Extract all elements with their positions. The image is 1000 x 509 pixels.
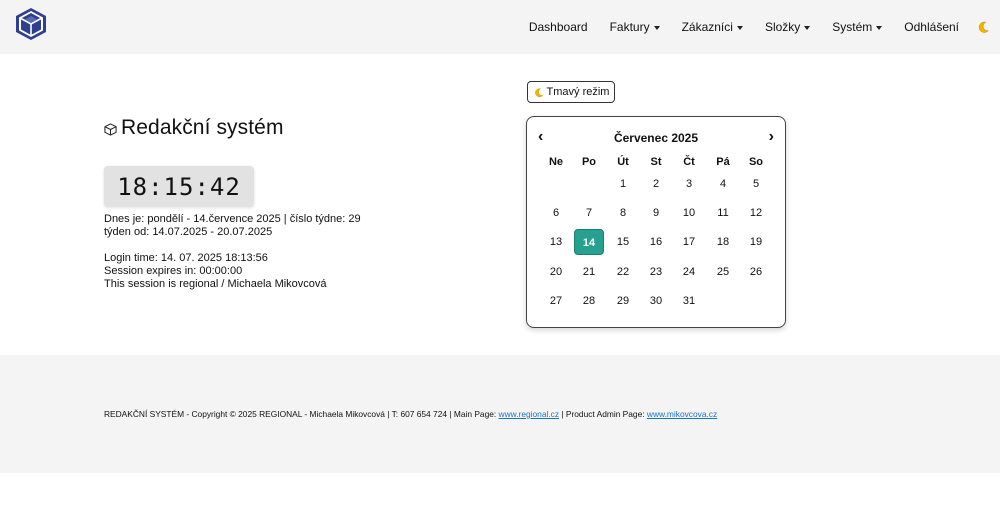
nav-zakaznici-label: Zákazníci [681, 20, 733, 34]
cube-logo-icon[interactable] [15, 7, 47, 41]
calendar-day[interactable]: 9 [641, 200, 671, 226]
footer-copyright: REDAKČNÍ SYSTÉM - Copyright © 2025 REGIO… [104, 409, 499, 419]
dark-mode-button[interactable]: Tmavý režim [527, 81, 615, 103]
session-info: Login time: 14. 07. 2025 18:13:56 Sessio… [104, 252, 327, 291]
calendar-day[interactable]: 1 [608, 171, 638, 197]
nav-slozky-label: Složky [764, 20, 801, 34]
calendar: ‹ Červenec 2025 › Ne Po Út St Čt Pá So 1 2 3 4 5 6 7 8… [526, 116, 786, 328]
calendar-day[interactable]: 26 [741, 259, 771, 285]
nav-zakaznici[interactable]: Zákazníci [671, 12, 754, 42]
calendar-day[interactable]: 2 [641, 171, 671, 197]
weekday-header: Pá [716, 156, 730, 168]
footer-middle-text: | Product Admin Page: [559, 409, 647, 419]
calendar-day-today[interactable]: 14 [574, 229, 604, 255]
calendar-day[interactable]: 19 [741, 229, 771, 255]
calendar-day[interactable]: 8 [608, 200, 638, 226]
caret-down-icon [876, 25, 883, 30]
calendar-day[interactable]: 28 [574, 288, 604, 314]
login-time: Login time: 14. 07. 2025 18:13:56 [104, 252, 268, 264]
footer: REDAKČNÍ SYSTÉM - Copyright © 2025 REGIO… [0, 355, 1000, 473]
nav-dashboard[interactable]: Dashboard [518, 12, 599, 42]
calendar-day[interactable]: 4 [708, 171, 738, 197]
calendar-day[interactable]: 18 [708, 229, 738, 255]
footer-main-link[interactable]: www.regional.cz [499, 409, 560, 419]
nav-system[interactable]: Systém [821, 12, 893, 42]
calendar-day[interactable]: 7 [574, 200, 604, 226]
calendar-day[interactable]: 11 [708, 200, 738, 226]
calendar-day[interactable]: 6 [541, 200, 571, 226]
dark-mode-label: Tmavý režim [546, 86, 610, 98]
moon-icon[interactable] [976, 20, 990, 34]
calendar-day[interactable]: 25 [708, 259, 738, 285]
digital-clock: 18:15:42 [104, 166, 254, 207]
calendar-day[interactable]: 10 [674, 200, 704, 226]
session-expires: Session expires in: 00:00:00 [104, 265, 243, 277]
navbar: Dashboard Faktury Zákazníci Složky Systé… [0, 0, 1000, 54]
calendar-day[interactable]: 17 [674, 229, 704, 255]
calendar-day[interactable]: 12 [741, 200, 771, 226]
page-title-wrap: Redakční systém [104, 116, 284, 140]
box-icon [104, 123, 117, 136]
weekday-header: Čt [683, 156, 695, 168]
nav-faktury[interactable]: Faktury [599, 12, 671, 42]
calendar-day[interactable]: 24 [674, 259, 704, 285]
nav-faktury-label: Faktury [609, 20, 650, 34]
calendar-day[interactable]: 27 [541, 288, 571, 314]
moon-icon [534, 87, 543, 97]
calendar-day[interactable]: 5 [741, 171, 771, 197]
nav-dashboard-label: Dashboard [528, 20, 588, 34]
calendar-day[interactable]: 23 [641, 259, 671, 285]
calendar-day[interactable]: 22 [608, 259, 638, 285]
main-nav: Dashboard Faktury Zákazníci Složky Systé… [518, 0, 1000, 54]
footer-admin-link[interactable]: www.mikovcova.cz [647, 409, 717, 419]
date-info: Dnes je: pondělí - 14.července 2025 | čí… [104, 213, 361, 239]
calendar-day[interactable]: 15 [608, 229, 638, 255]
calendar-day[interactable]: 16 [641, 229, 671, 255]
nav-logout-label: Odhlášení [904, 20, 959, 34]
caret-down-icon [736, 25, 743, 30]
week-line: týden od: 14.07.2025 - 20.07.2025 [104, 226, 273, 238]
weekday-header: St [650, 156, 662, 168]
nav-logout[interactable]: Odhlášení [893, 12, 970, 42]
calendar-day[interactable]: 30 [641, 288, 671, 314]
calendar-header: ‹ Červenec 2025 › [527, 129, 785, 147]
page-title: Redakční systém [121, 116, 284, 139]
calendar-day[interactable]: 20 [541, 259, 571, 285]
session-regional: This session is regional / Michaela Miko… [104, 278, 327, 290]
calendar-day[interactable]: 3 [674, 171, 704, 197]
nav-slozky[interactable]: Složky [754, 12, 821, 42]
caret-down-icon [653, 25, 660, 30]
calendar-day[interactable]: 21 [574, 259, 604, 285]
caret-down-icon [804, 25, 811, 30]
calendar-next-button[interactable]: › [769, 129, 774, 145]
weekday-header: Po [581, 156, 597, 168]
calendar-day[interactable]: 31 [674, 288, 704, 314]
weekday-header: Ne [548, 156, 564, 168]
calendar-month-title: Červenec 2025 [613, 131, 699, 145]
footer-text: REDAKČNÍ SYSTÉM - Copyright © 2025 REGIO… [104, 409, 717, 419]
weekday-header: Út [617, 156, 629, 168]
calendar-day[interactable]: 13 [541, 229, 571, 255]
calendar-day[interactable]: 29 [608, 288, 638, 314]
date-line: Dnes je: pondělí - 14.července 2025 | čí… [104, 213, 361, 225]
nav-system-label: Systém [832, 20, 873, 34]
weekday-header: So [748, 156, 764, 168]
